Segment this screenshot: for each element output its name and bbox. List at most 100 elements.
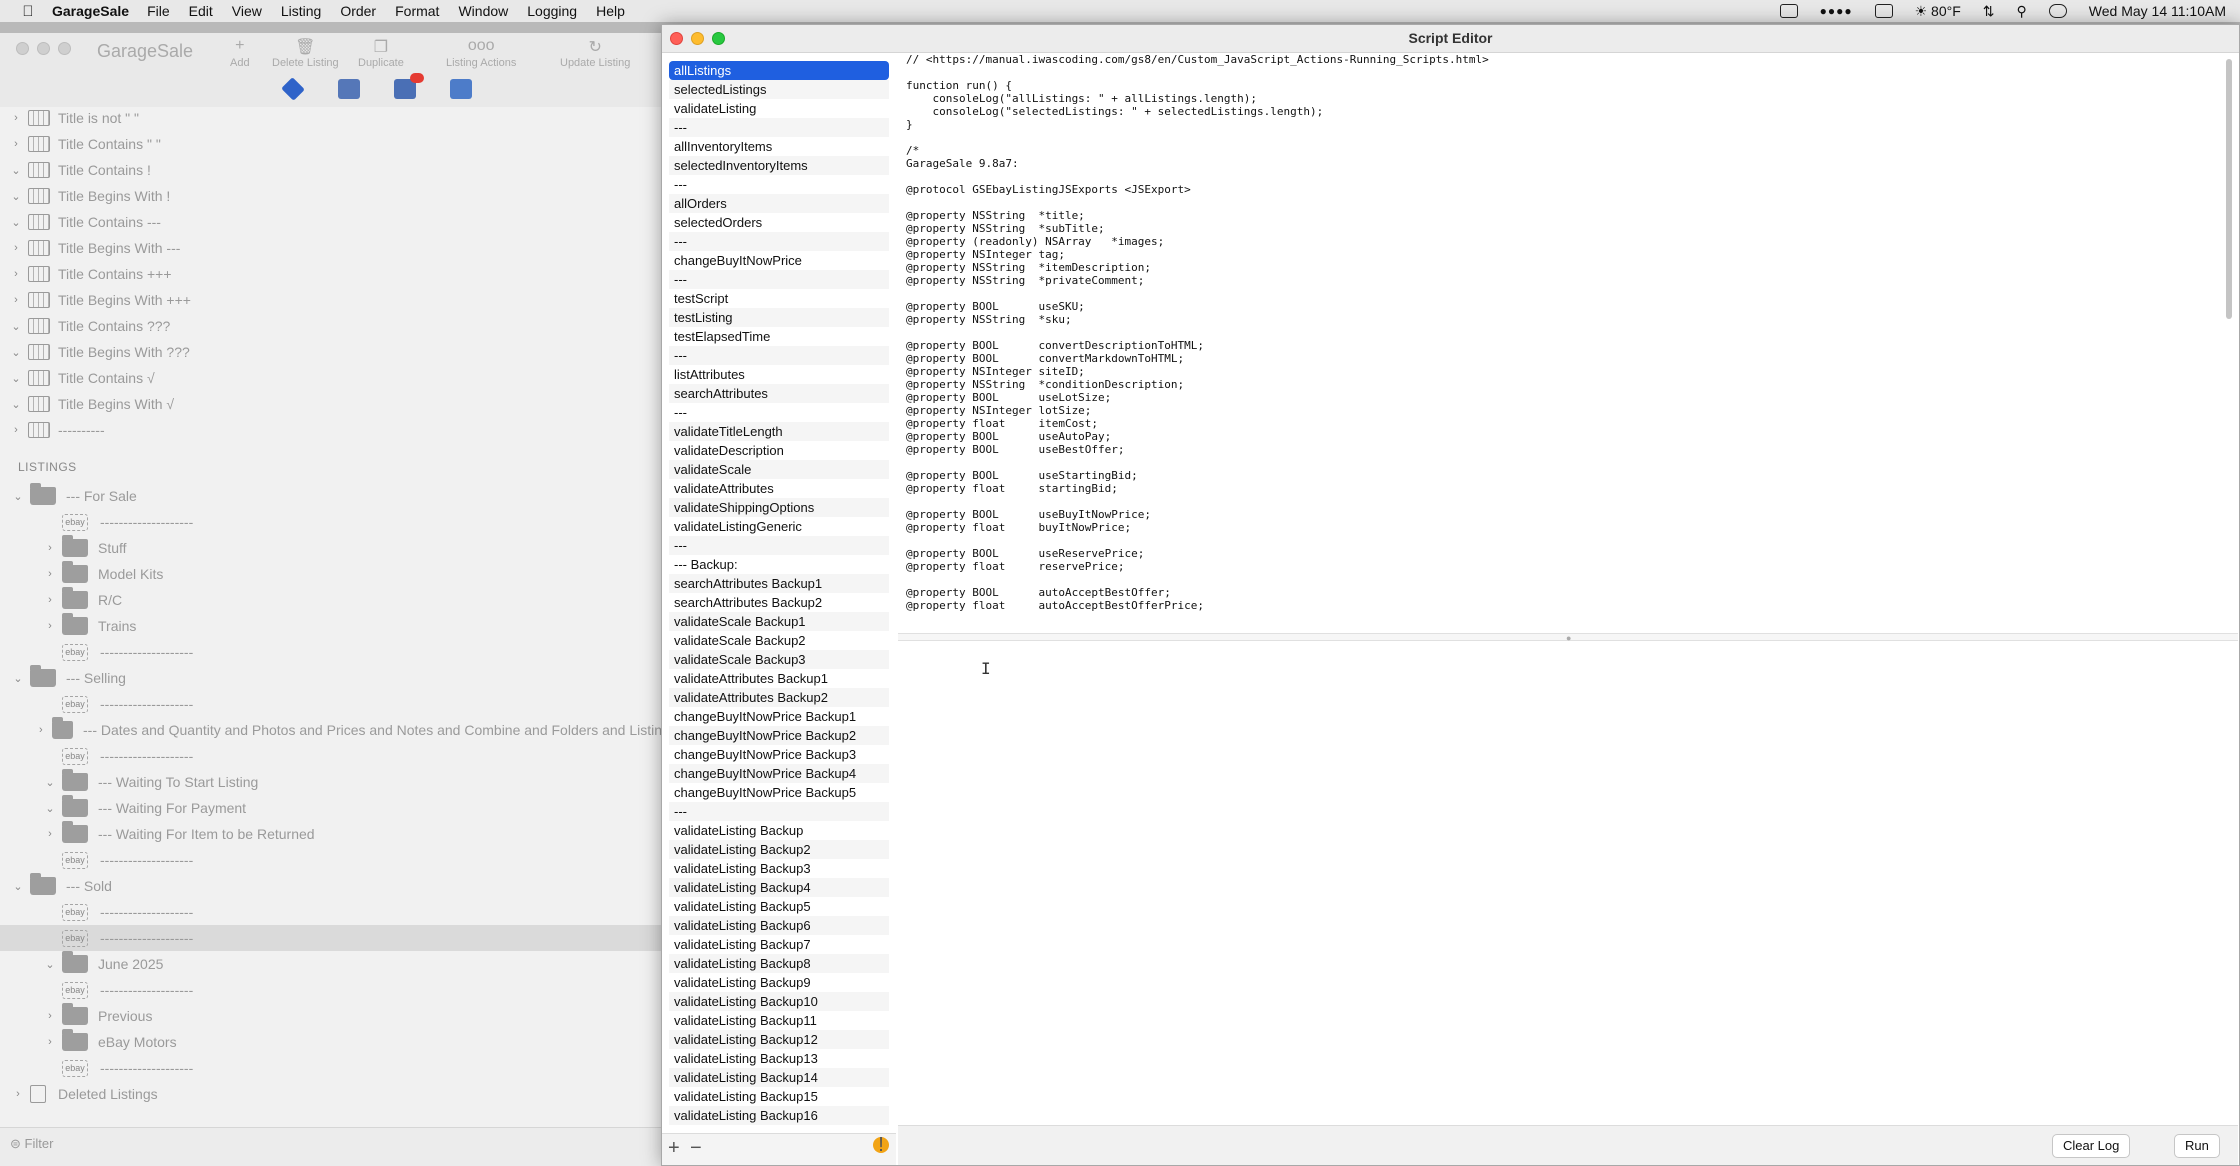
chevron-right-icon[interactable]: › [10, 138, 22, 150]
script-item[interactable]: listAttributes [669, 365, 889, 384]
statistics-tab-icon[interactable] [450, 79, 472, 99]
smart-folder-item[interactable]: › Title Contains " " [0, 131, 662, 157]
apple-menu-icon[interactable]:  [18, 3, 38, 20]
listing-folder-item[interactable]: › Trains [0, 613, 662, 639]
menu-order[interactable]: Order [340, 3, 376, 19]
spotlight-search-icon[interactable]: ⚲ [2017, 3, 2027, 20]
menu-format[interactable]: Format [395, 3, 439, 19]
duplicate-button[interactable]: ❐ Duplicate [358, 37, 404, 69]
chevron-down-icon[interactable]: ⌄ [12, 490, 24, 503]
script-item[interactable]: validateListing Backup13 [669, 1049, 889, 1068]
script-item[interactable]: validateDescription [669, 441, 889, 460]
smart-folder-item[interactable]: ⌄ Title Begins With ??? [0, 339, 662, 365]
battery-icon[interactable] [1874, 4, 1893, 18]
menu-file[interactable]: File [147, 3, 170, 19]
script-item[interactable]: changeBuyItNowPrice [669, 251, 889, 270]
smart-folder-item[interactable]: ⌄ Title Begins With ! [0, 183, 662, 209]
script-separator[interactable]: --- [669, 403, 889, 422]
chevron-right-icon[interactable]: › [44, 620, 56, 632]
listing-folder-item[interactable]: › Stuff [0, 535, 662, 561]
chevron-down-icon[interactable]: ⌄ [44, 802, 56, 815]
script-item[interactable]: validateTitleLength [669, 422, 889, 441]
script-separator[interactable]: --- [669, 346, 889, 365]
smart-folder-item[interactable]: ⌄ Title Contains √ [0, 365, 662, 391]
chevron-right-icon[interactable]: › [44, 1010, 56, 1022]
script-item[interactable]: testScript [669, 289, 889, 308]
smart-folder-item[interactable]: ⌄ Title Contains ! [0, 157, 662, 183]
code-scrollbar[interactable] [2226, 59, 2232, 319]
script-item[interactable]: selectedInventoryItems [669, 156, 889, 175]
listing-folder-item[interactable]: ⌄ --- Selling [0, 665, 662, 691]
script-item[interactable]: validateListing Backup9 [669, 973, 889, 992]
script-item[interactable]: validateScale [669, 460, 889, 479]
script-item[interactable]: changeBuyItNowPrice Backup1 [669, 707, 889, 726]
add-script-button[interactable]: + [668, 1137, 680, 1160]
listing-folder-item[interactable]: ⌄ --- Waiting To Start Listing [0, 769, 662, 795]
script-item[interactable]: validateListing Backup4 [669, 878, 889, 897]
chevron-down-icon[interactable]: ⌄ [10, 372, 22, 385]
script-item[interactable]: validateListingGeneric [669, 517, 889, 536]
script-item[interactable]: validateListing Backup2 [669, 840, 889, 859]
script-item[interactable]: changeBuyItNowPrice Backup4 [669, 764, 889, 783]
listing-separator-item[interactable]: ebay -------------------- [0, 639, 662, 665]
listing-separator-item[interactable]: ebay -------------------- [0, 977, 662, 1003]
script-item[interactable]: validateShippingOptions [669, 498, 889, 517]
script-item[interactable]: validateListing Backup10 [669, 992, 889, 1011]
listings-tab-icon[interactable] [281, 77, 305, 101]
chevron-right-icon[interactable]: › [44, 594, 56, 606]
script-item[interactable]: validateScale Backup1 [669, 612, 889, 631]
smart-folder-item[interactable]: › Title Begins With --- [0, 235, 662, 261]
script-item[interactable]: validateScale Backup3 [669, 650, 889, 669]
menu-listing[interactable]: Listing [281, 3, 321, 19]
script-item[interactable]: --- Backup: [669, 555, 889, 574]
smart-folder-item[interactable]: › ---------- [0, 417, 662, 443]
script-item[interactable]: allInventoryItems [669, 137, 889, 156]
update-listing-button[interactable]: ↻ Update Listing [560, 37, 630, 69]
script-item[interactable]: validateListing Backup3 [669, 859, 889, 878]
listing-folder-item[interactable]: ⌄ June 2025 [0, 951, 662, 977]
script-item[interactable]: testElapsedTime [669, 327, 889, 346]
gauges-icon[interactable]: ●●●● [1820, 4, 1853, 18]
chevron-down-icon[interactable]: ⌄ [10, 346, 22, 359]
menu-edit[interactable]: Edit [189, 3, 213, 19]
zoom-window-button[interactable] [58, 42, 71, 55]
control-center-icon[interactable] [2048, 4, 2067, 18]
chevron-down-icon[interactable]: ⌄ [44, 958, 56, 971]
menu-view[interactable]: View [232, 3, 262, 19]
clock[interactable]: Wed May 14 11:10AM [2089, 3, 2226, 19]
chevron-right-icon[interactable]: › [36, 724, 46, 736]
chevron-down-icon[interactable]: ⌄ [44, 776, 56, 789]
script-separator[interactable]: --- [669, 802, 889, 821]
script-item[interactable]: changeBuyItNowPrice Backup2 [669, 726, 889, 745]
script-item[interactable]: testListing [669, 308, 889, 327]
script-item[interactable]: searchAttributes Backup2 [669, 593, 889, 612]
filter-field[interactable]: ⊜ Filter [10, 1136, 53, 1152]
chevron-down-icon[interactable]: ⌄ [10, 216, 22, 229]
editor-splitter[interactable]: ● [898, 633, 2238, 643]
script-separator[interactable]: --- [669, 536, 889, 555]
script-item[interactable]: validateAttributes [669, 479, 889, 498]
chevron-down-icon[interactable]: ⌄ [10, 164, 22, 177]
listing-folder-item[interactable]: › R/C [0, 587, 662, 613]
menu-logging[interactable]: Logging [527, 3, 577, 19]
script-item[interactable]: validateListing Backup11 [669, 1011, 889, 1030]
listing-separator-item[interactable]: ebay -------------------- [0, 1055, 662, 1081]
listing-actions-button[interactable]: ooo Listing Actions [446, 37, 516, 69]
remove-script-button[interactable]: − [690, 1137, 702, 1160]
script-item[interactable]: validateListing [669, 99, 889, 118]
chevron-down-icon[interactable]: ⌄ [12, 672, 24, 685]
chevron-right-icon[interactable]: › [12, 1088, 24, 1100]
chevron-down-icon[interactable]: ⌄ [10, 190, 22, 203]
smart-folder-item[interactable]: ⌄ Title Contains ??? [0, 313, 662, 339]
chevron-right-icon[interactable]: › [10, 424, 22, 436]
listing-separator-item[interactable]: ebay -------------------- [0, 847, 662, 873]
script-item[interactable]: validateListing Backup7 [669, 935, 889, 954]
script-item[interactable]: selectedOrders [669, 213, 889, 232]
script-item[interactable]: validateListing Backup5 [669, 897, 889, 916]
chevron-down-icon[interactable]: ⌄ [10, 320, 22, 333]
smart-folder-item[interactable]: ⌄ Title Begins With √ [0, 391, 662, 417]
add-button[interactable]: + Add [230, 37, 250, 69]
orders-tab-icon[interactable] [394, 73, 424, 99]
listing-folder-item[interactable]: ⌄ --- For Sale [0, 483, 662, 509]
listing-folder-item[interactable]: › --- Dates and Quantity and Photos and P… [0, 717, 662, 743]
